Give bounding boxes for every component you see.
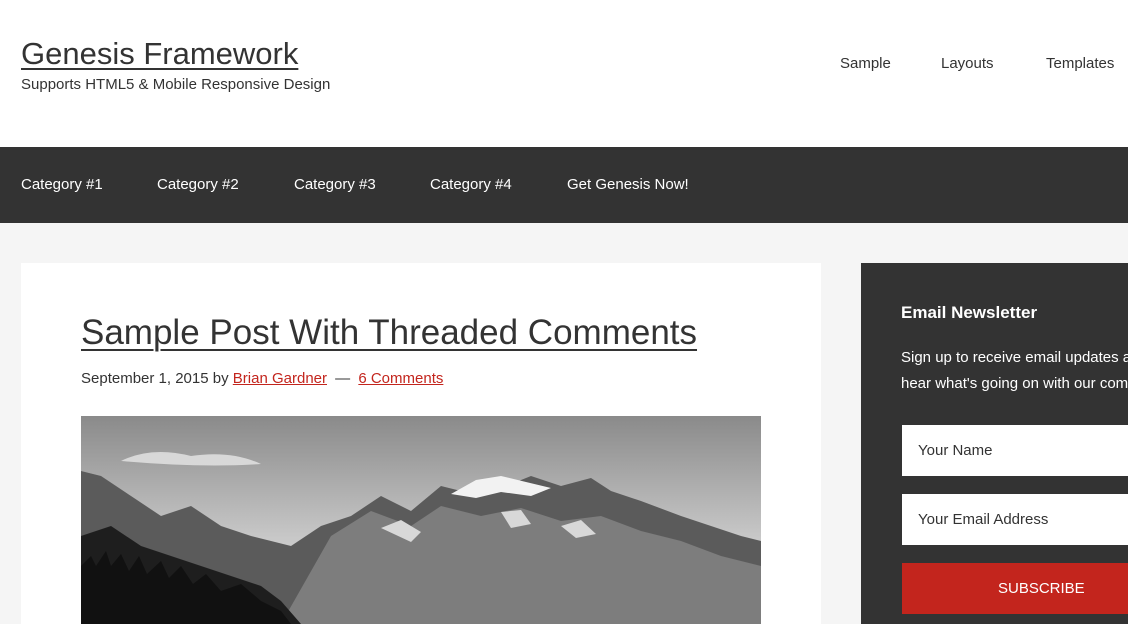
post-comments-link[interactable]: 6 Comments: [358, 370, 443, 387]
site-header: Genesis Framework Supports HTML5 & Mobil…: [0, 0, 1128, 147]
email-input[interactable]: [902, 494, 1128, 545]
header-nav-templates[interactable]: Templates: [1046, 55, 1114, 72]
widget-text-line-2: hear what's going on with our company!: [901, 375, 1128, 392]
nav-category-3[interactable]: Category #3: [294, 176, 376, 193]
subscribe-button[interactable]: SUBSCRIBE: [902, 563, 1128, 614]
site-description: Supports HTML5 & Mobile Responsive Desig…: [21, 76, 331, 93]
post-meta: September 1, 2015 by Brian Gardner — 6 C…: [81, 370, 443, 387]
post-title[interactable]: Sample Post With Threaded Comments: [81, 313, 697, 353]
post-author-link[interactable]: Brian Gardner: [233, 370, 327, 387]
nav-category-2[interactable]: Category #2: [157, 176, 239, 193]
widget-title: Email Newsletter: [901, 303, 1038, 322]
featured-image: [81, 416, 761, 624]
post-content: Sample Post With Threaded Comments Septe…: [21, 263, 821, 624]
nav-category-1[interactable]: Category #1: [21, 176, 103, 193]
widget-text: Sign up to receive email updates and to …: [901, 345, 1128, 397]
site-title[interactable]: Genesis Framework: [21, 36, 298, 72]
post-date: September 1, 2015: [81, 370, 209, 387]
widget-text-line-1: Sign up to receive email updates and to: [901, 349, 1128, 366]
header-nav-sample[interactable]: Sample: [840, 55, 891, 72]
mountain-photo: [81, 416, 761, 624]
post-by: by: [212, 370, 229, 387]
sidebar: Email Newsletter Sign up to receive emai…: [861, 263, 1128, 624]
header-nav-layouts[interactable]: Layouts: [941, 55, 994, 72]
nav-category-4[interactable]: Category #4: [430, 176, 512, 193]
primary-nav: Category #1 Category #2 Category #3 Cate…: [0, 147, 1128, 223]
nav-get-genesis[interactable]: Get Genesis Now!: [567, 176, 689, 193]
name-input[interactable]: [902, 425, 1128, 476]
meta-separator: —: [335, 370, 351, 387]
